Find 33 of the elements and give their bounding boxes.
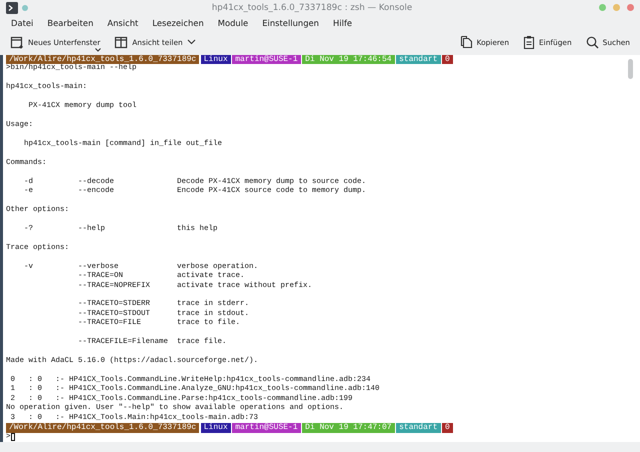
close-button[interactable] [627,4,634,11]
window-title: hp41cx_tools_1.6.0_7337189c : zsh — Konsole [210,2,414,12]
prompt-segment: martin@SUSE-1 [232,423,301,432]
menu-item[interactable]: Lesezeichen [145,18,211,28]
prompt-segment: /Work/Alire/hp41cx_tools_1.6.0_7337189c [6,423,200,432]
caret-icon [95,48,101,52]
terminal-icon [6,2,18,14]
prompt-segment: /Work/Alire/hp41cx_tools_1.6.0_7337189c [6,55,200,64]
new-tab-icon [10,35,24,49]
menu-item[interactable]: Module [210,18,256,28]
caret-icon [186,39,196,45]
menu-item[interactable]: Bearbeiten [40,18,100,28]
prompt-segment: standart [396,55,440,64]
prompt-segment: standart [396,423,440,432]
text-cursor [10,433,15,442]
copy-icon [460,35,473,49]
menu-item[interactable]: Ansicht [100,18,146,28]
prompt-segment: Di Nov 19 17:47:07 [302,423,395,432]
prompt-segment: 0 [442,55,453,64]
split-view-icon [114,35,128,49]
prompt-segment: Di Nov 19 17:46:54 [302,55,395,64]
prompt-segment: martin@SUSE-1 [232,55,301,64]
search-icon [586,36,599,48]
menu-item[interactable]: Datei [4,18,40,28]
maximize-button[interactable] [613,4,620,11]
prompt-segment: 0 [442,423,453,432]
pin-button[interactable] [22,4,28,10]
minimize-button[interactable] [599,4,606,11]
menu-item[interactable]: Einstellungen [255,18,326,28]
prompt-segment: Linux [200,423,231,432]
clipboard-icon [523,35,536,49]
prompt-segment: Linux [200,55,231,64]
menu-item[interactable]: Hilfe [326,18,360,28]
